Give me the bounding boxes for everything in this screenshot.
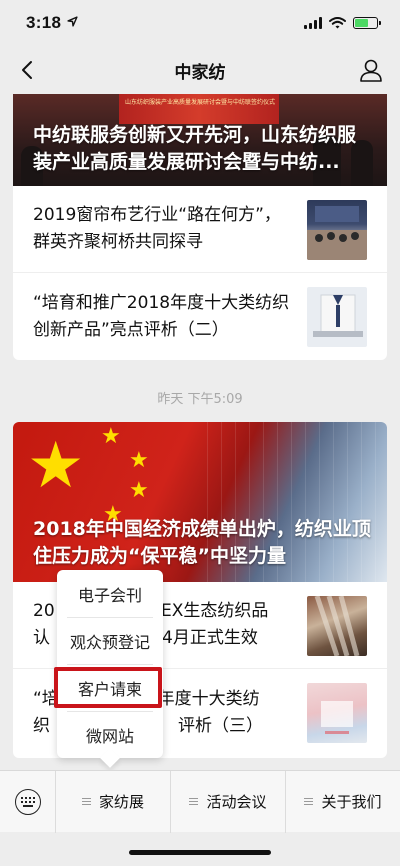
battery-level (355, 19, 368, 27)
battery-icon (353, 17, 381, 29)
keyboard-icon (14, 788, 41, 815)
hero-title: 2018年中国经济成绩单出炉，纺织业顶住压力成为“保平稳”中坚力量 (33, 518, 371, 567)
menu-list-icon (189, 797, 199, 806)
article-title-start: 认 (33, 628, 50, 648)
article-title-start: 织 (33, 715, 50, 736)
article-card: 山东纺织服装产业高质量发展研讨会暨与中纺联签约仪式 中纺联服务创新又开先河，山东… (13, 94, 387, 360)
submenu-popup: 电子会刊 观众预登记 客户请柬 微网站 (54, 570, 163, 758)
article-hero[interactable]: ★ ★ ★ ★ ★ 2018年中国经济成绩单出炉，纺织业顶住压力成为“保平稳”中… (13, 422, 387, 582)
menu-item-about-us[interactable]: 关于我们 (286, 771, 400, 833)
article-thumbnail (307, 683, 367, 743)
menu-item-label: 家纺展 (98, 793, 144, 811)
star-icon: ★ (101, 424, 121, 449)
article-title-start: 20 (33, 601, 55, 621)
keyboard-toggle-button[interactable] (0, 770, 56, 833)
person-icon (360, 59, 382, 82)
chevron-left-icon (22, 61, 32, 79)
home-indicator (129, 850, 271, 855)
status-time: 3:18 (26, 13, 62, 32)
article-title: “培育和推广2018年度十大类纺织创新产品”亮点评析（二） (33, 292, 290, 340)
menu-item-events[interactable]: 活动会议 (171, 770, 286, 833)
article-title-end: 4月正式生效 (162, 628, 258, 648)
article-list-item[interactable]: 2019窗帘布艺行业“路在何方”，群英齐聚柯桥共同探寻 (13, 186, 387, 273)
menu-list-icon (304, 797, 314, 806)
star-icon: ★ (27, 429, 85, 503)
article-list-item[interactable]: “培育和推广2018年度十大类纺织创新产品”亮点评析（二） (13, 273, 387, 360)
back-button[interactable] (14, 56, 42, 84)
hero-title: 中纺联服务创新又开先河，山东纺织服装产业高质量发展研讨会暨与中纺... (33, 124, 357, 173)
menu-item-label: 活动会议 (206, 793, 267, 811)
wifi-icon (329, 14, 346, 33)
cellular-signal-icon (304, 17, 322, 29)
submenu-item-visitor-preregistration[interactable]: 观众预登记 (57, 617, 163, 664)
status-icons (304, 14, 381, 33)
menu-list-icon (81, 797, 91, 806)
status-bar: 3:18 (0, 0, 400, 46)
article-hero[interactable]: 山东纺织服装产业高质量发展研讨会暨与中纺联签约仪式 中纺联服务创新又开先河，山东… (13, 94, 387, 186)
article-title-end: TEX生态纺织品 (150, 601, 269, 621)
article-title-end: 评析（三） (178, 715, 263, 736)
article-thumbnail (307, 596, 367, 656)
page-title: 中家纺 (174, 62, 226, 83)
star-icon: ★ (129, 448, 149, 473)
submenu-item-customer-invitation[interactable]: 客户请柬 (54, 664, 163, 711)
submenu-item-e-journal[interactable]: 电子会刊 (57, 570, 163, 617)
star-icon: ★ (129, 478, 149, 503)
article-thumbnail (307, 287, 367, 347)
bottom-menu-bar: 家纺展 活动会议 关于我们 (0, 770, 400, 833)
profile-button[interactable] (358, 57, 384, 83)
menu-item-label: 关于我们 (321, 793, 382, 811)
article-title: 2019窗帘布艺行业“路在何方”，群英齐聚柯桥共同探寻 (33, 205, 281, 252)
hero-banner-text: 山东纺织服装产业高质量发展研讨会暨与中纺联签约仪式 (125, 99, 276, 106)
message-timestamp: 昨天 下午5:09 (157, 392, 243, 407)
article-title-end: 8年度十大类纺 (146, 688, 260, 709)
menu-item-home-textile-expo[interactable]: 家纺展 (56, 770, 171, 833)
article-thumbnail (307, 200, 367, 260)
location-arrow-icon (67, 16, 78, 30)
nav-bar: 中家纺 (0, 46, 400, 94)
submenu-item-microsite[interactable]: 微网站 (57, 711, 163, 758)
highlight-box (54, 667, 162, 708)
